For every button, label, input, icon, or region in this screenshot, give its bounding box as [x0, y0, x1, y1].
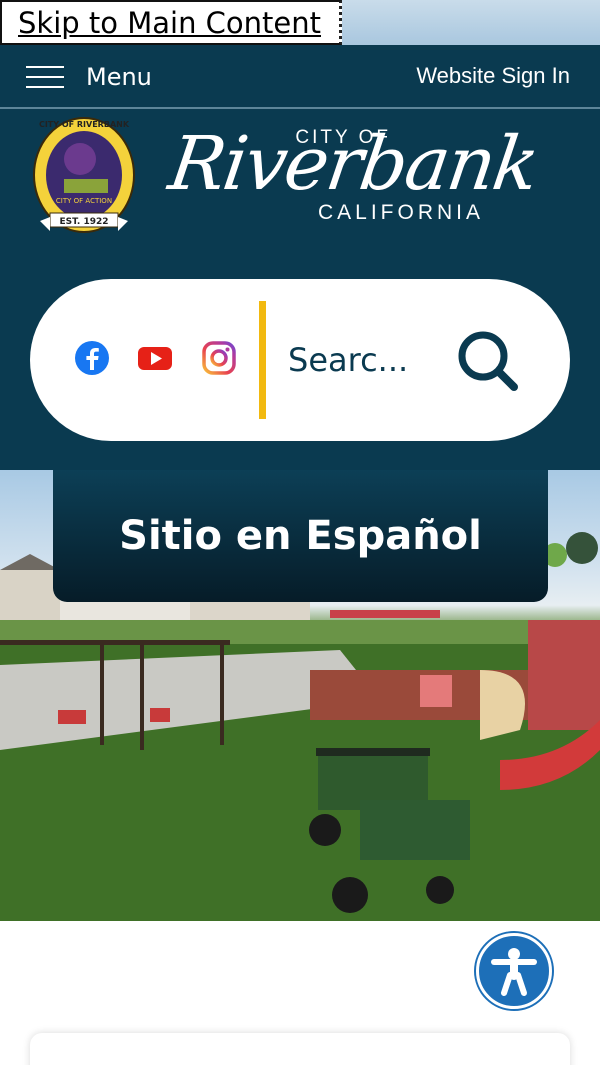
youtube-icon[interactable]	[137, 340, 173, 376]
seal-city-text: CITY OF RIVERBANK	[39, 120, 130, 129]
menu-button[interactable]: Menu	[26, 59, 152, 95]
skip-to-main-content-link[interactable]: Skip to Main Content	[0, 0, 342, 45]
search-icon	[458, 331, 518, 391]
search-button[interactable]	[454, 327, 522, 395]
wordmark-city-of: CITY OF	[295, 127, 391, 148]
menu-label: Menu	[86, 63, 152, 91]
content-card	[30, 1033, 570, 1065]
seal-action-text: CITY OF ACTION	[56, 197, 112, 205]
facebook-icon[interactable]	[74, 340, 110, 376]
wordmark-california: CALIFORNIA	[318, 201, 485, 224]
accessibility-icon	[491, 948, 537, 996]
search-input[interactable]	[288, 336, 438, 384]
seal-est-text: EST. 1922	[59, 217, 108, 227]
hamburger-icon	[26, 64, 64, 90]
website-sign-in-link[interactable]: Website Sign In	[416, 63, 570, 89]
site-header: Menu Website Sign In EST. 1922 CITY OF A…	[0, 45, 600, 470]
search-divider	[259, 301, 266, 419]
city-wordmark-logo[interactable]: Riverbank CITY OF CALIFORNIA	[150, 115, 575, 250]
search-bar	[30, 279, 570, 441]
accessibility-button[interactable]	[476, 933, 552, 1009]
city-seal-logo[interactable]: EST. 1922 CITY OF ACTION CITY OF RIVERBA…	[30, 113, 138, 248]
instagram-icon[interactable]	[201, 340, 237, 376]
menu-bar: Menu Website Sign In	[0, 45, 600, 109]
sitio-en-espanol-button[interactable]: Sitio en Español	[53, 470, 548, 602]
